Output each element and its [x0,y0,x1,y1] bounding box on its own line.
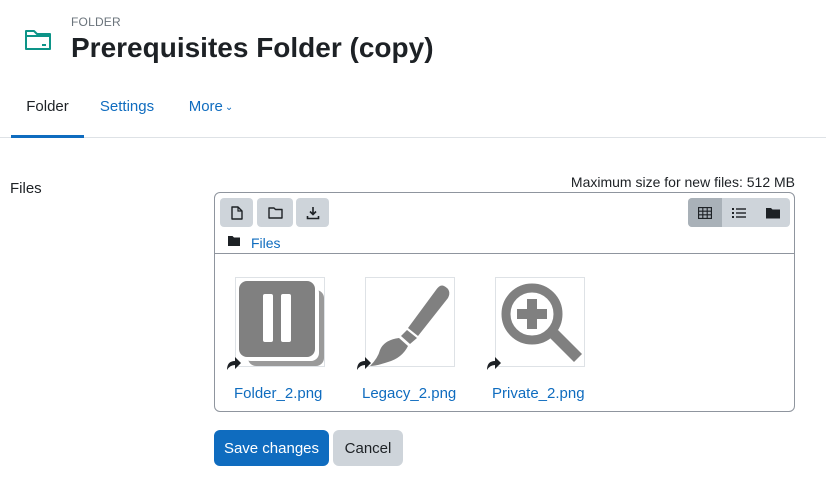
tree-view-icon [766,207,780,218]
tab-settings-label: Settings [99,98,155,115]
cancel-button[interactable]: Cancel [333,430,403,466]
file-thumbnail [495,277,585,367]
alias-arrow-icon [227,357,241,370]
file-thumbnail [365,277,455,367]
breadcrumb-files[interactable]: Files [251,235,281,251]
folder-outline-icon [25,30,51,50]
create-folder-icon [267,206,283,219]
secondary-navigation: Folder Settings More ⌄ [0,88,826,138]
tab-more-label: More [188,98,223,115]
list-view-button[interactable] [722,198,756,227]
add-file-icon [230,205,243,220]
file-name: Private_2.png [492,385,585,402]
tab-folder-label: Folder [26,98,69,115]
file-item[interactable]: Private_2.png [487,277,612,407]
list-view-icon [732,207,746,218]
file-name: Folder_2.png [234,385,323,402]
download-all-button[interactable] [296,198,329,227]
view-switcher [688,198,790,227]
alias-arrow-icon [487,357,501,370]
download-icon [306,206,319,219]
max-size-note: Maximum size for new files: 512 MB [570,174,795,190]
file-thumbnail [235,277,325,367]
files-field-label: Files [10,180,42,197]
folder-icon [228,236,240,246]
create-folder-button[interactable] [257,198,293,227]
zoom-in-icon [501,283,582,362]
pause-stack-icon [239,281,324,366]
toolbar-divider [215,253,794,254]
paintbrush-icon [370,285,450,366]
tree-view-button[interactable] [756,198,790,227]
file-item[interactable]: Legacy_2.png [357,277,482,407]
grid-view-icon [698,206,712,219]
page-title: Prerequisites Folder (copy) [71,32,434,63]
tab-folder[interactable]: Folder [11,88,84,138]
tab-more[interactable]: More ⌄ [176,88,246,137]
chevron-down-icon: ⌄ [224,102,234,113]
grid-view-button[interactable] [688,198,722,227]
add-file-button[interactable] [220,198,253,227]
file-item[interactable]: Folder_2.png [227,277,352,407]
alias-arrow-icon [357,357,371,370]
page-kicker: FOLDER [71,15,121,29]
save-changes-button[interactable]: Save changes [214,430,329,466]
file-name: Legacy_2.png [362,385,457,402]
tab-settings[interactable]: Settings [89,88,165,137]
file-manager: Files Folder_2.png Legacy_2.png Private_… [214,192,795,412]
